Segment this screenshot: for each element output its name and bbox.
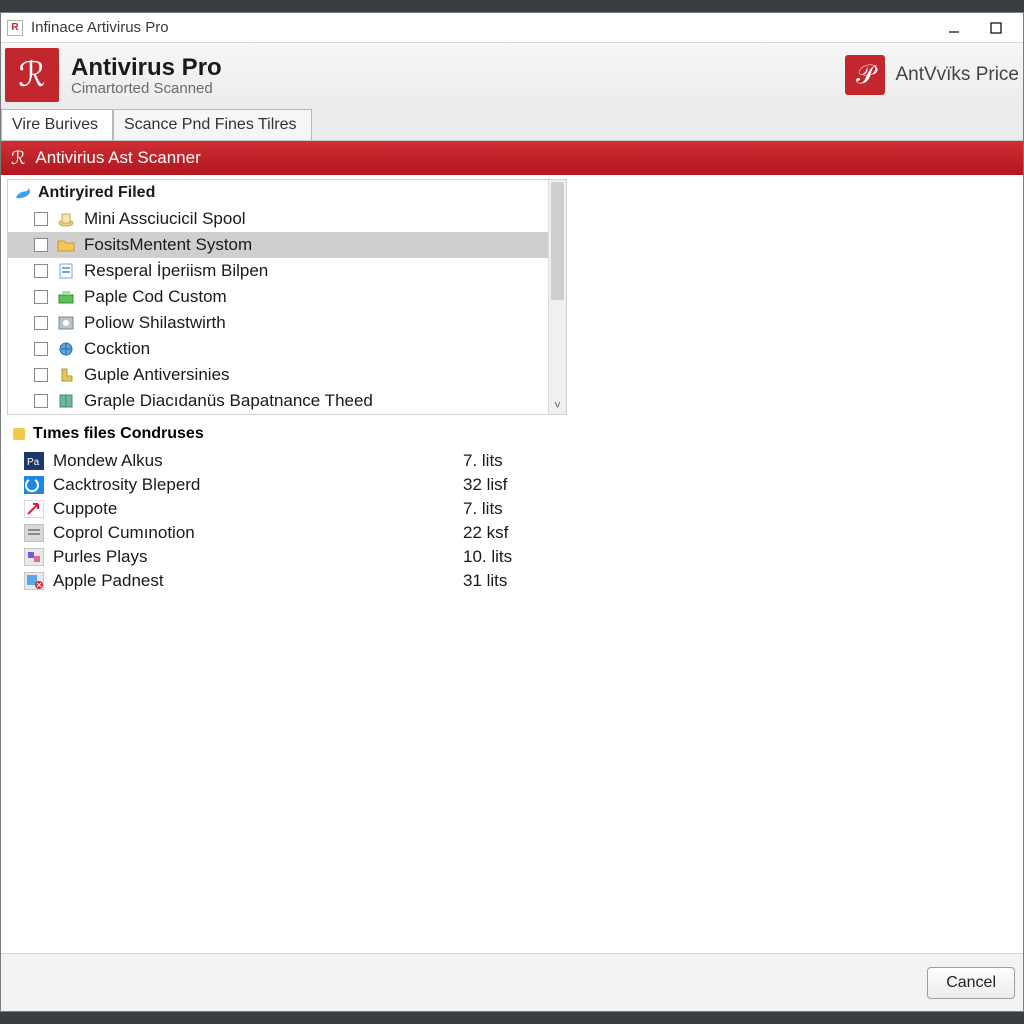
filed-item[interactable]: FositsMentent Systom	[8, 232, 566, 258]
filed-item-label: Paple Cod Custom	[84, 287, 227, 307]
scanner-title: Antivirius Ast Scanner	[35, 148, 200, 168]
brand-logo: ℛ	[5, 48, 59, 102]
checkbox[interactable]	[34, 394, 48, 408]
times-row[interactable]: Cuppote7. lits	[7, 497, 1015, 521]
book-icon	[56, 392, 76, 410]
scanner-bar: ℛ Antivirius Ast Scanner	[1, 141, 1023, 175]
times-value: 32 lisf	[463, 475, 507, 495]
times-name: Cuppote	[53, 499, 463, 519]
green-icon	[56, 288, 76, 306]
filed-item[interactable]: Paple Cod Custom	[8, 284, 566, 310]
times-value: 7. lits	[463, 499, 503, 519]
times-row[interactable]: Apple Padnest31 lits	[7, 569, 1015, 593]
times-name: Apple Padnest	[53, 571, 463, 591]
tabs: Vire Burives Scance Pnd Fines Tilres	[1, 107, 1023, 141]
header-right: 𝒫 AntVvïks Price	[845, 55, 1023, 95]
checkbox[interactable]	[34, 290, 48, 304]
times-row[interactable]: Cacktrosity Bleperd32 lisf	[7, 473, 1015, 497]
brand-glyph-icon: ℛ	[18, 55, 45, 95]
checkbox[interactable]	[34, 316, 48, 330]
folder-icon	[56, 236, 76, 254]
header-right-label: AntVvïks Price	[895, 64, 1019, 86]
filed-item-label: FositsMentent Systom	[84, 235, 252, 255]
minimize-icon	[947, 21, 961, 35]
checkbox[interactable]	[34, 238, 48, 252]
redx-icon	[23, 571, 45, 591]
bird-icon	[14, 186, 32, 200]
app-title: Antivirus Pro	[71, 54, 222, 82]
boot-icon	[56, 366, 76, 384]
disk-icon	[56, 314, 76, 332]
times-value: 7. lits	[463, 451, 503, 471]
times-value: 22 ksf	[463, 523, 508, 543]
filed-item[interactable]: Guple Antiversinies	[8, 362, 566, 388]
window-title: Infinace Artivirus Pro	[31, 19, 169, 36]
scroll-thumb[interactable]	[551, 182, 564, 300]
times-row[interactable]: Coprol Cumınotion22 ksf	[7, 521, 1015, 545]
times-name: Coprol Cumınotion	[53, 523, 463, 543]
purple-icon	[23, 547, 45, 567]
cblue-icon	[23, 475, 45, 495]
app-icon: R	[7, 20, 23, 36]
times-name: Mondew Alkus	[53, 451, 463, 471]
pa-icon: Pa	[23, 451, 45, 471]
times-icon	[11, 426, 27, 442]
app-subtitle: Cimartorted Scanned	[71, 80, 222, 97]
times-heading: Tımes files Condruses	[7, 415, 1015, 449]
spool-icon	[56, 210, 76, 228]
scrollbar[interactable]: ˄ ˅	[548, 180, 566, 414]
filed-item[interactable]: Graple Diacıdanüs Bapatnance Theed	[8, 388, 566, 414]
filed-item-label: Guple Antiversinies	[84, 365, 230, 385]
globe-icon	[56, 340, 76, 358]
header-titles: Antivirus Pro Cimartorted Scanned	[71, 54, 222, 97]
cancel-button[interactable]: Cancel	[927, 967, 1015, 999]
times-name: Cacktrosity Bleperd	[53, 475, 463, 495]
main-area: Antiryired Filed Mini Assciucicil Spool F…	[1, 175, 1023, 945]
times-name: Purles Plays	[53, 547, 463, 567]
tab-vire-burives[interactable]: Vire Burives	[1, 109, 113, 140]
checkbox[interactable]	[34, 368, 48, 382]
doc-icon	[56, 262, 76, 280]
scanner-icon: ℛ	[11, 148, 25, 169]
footer: Cancel	[1, 953, 1023, 1011]
times-value: 31 lits	[463, 571, 507, 591]
price-badge-icon: 𝒫	[845, 55, 885, 95]
redarrow-icon	[23, 499, 45, 519]
filed-listbox: Antiryired Filed Mini Assciucicil Spool F…	[7, 179, 567, 415]
filed-item[interactable]: Cocktion	[8, 336, 566, 362]
times-row[interactable]: Purles Plays10. lits	[7, 545, 1015, 569]
titlebar: R Infinace Artivirus Pro	[1, 13, 1023, 43]
times-row[interactable]: Pa Mondew Alkus7. lits	[7, 449, 1015, 473]
checkbox[interactable]	[34, 212, 48, 226]
maximize-icon	[990, 22, 1002, 34]
filed-item[interactable]: Resperal İperiism Bilpen	[8, 258, 566, 284]
filed-item-label: Cocktion	[84, 339, 150, 359]
filed-item[interactable]: Mini Assciucicil Spool	[8, 206, 566, 232]
app-window: R Infinace Artivirus Pro ℛ Antivirus Pro…	[0, 12, 1024, 1012]
checkbox[interactable]	[34, 264, 48, 278]
filed-item-label: Mini Assciucicil Spool	[84, 209, 246, 229]
scroll-down-icon[interactable]: ˅	[549, 396, 566, 414]
gray-icon	[23, 523, 45, 543]
filed-item[interactable]: Poliow Shilastwirth	[8, 310, 566, 336]
minimize-button[interactable]	[933, 15, 975, 41]
tab-scance[interactable]: Scance Pnd Fines Tilres	[113, 109, 312, 140]
maximize-button[interactable]	[975, 15, 1017, 41]
times-value: 10. lits	[463, 547, 512, 567]
filed-heading: Antiryired Filed	[8, 180, 566, 206]
svg-text:Pa: Pa	[27, 457, 40, 468]
filed-item-label: Resperal İperiism Bilpen	[84, 261, 268, 281]
checkbox[interactable]	[34, 342, 48, 356]
filed-item-label: Graple Diacıdanüs Bapatnance Theed	[84, 391, 373, 411]
filed-item-label: Poliow Shilastwirth	[84, 313, 226, 333]
header: ℛ Antivirus Pro Cimartorted Scanned 𝒫 An…	[1, 43, 1023, 107]
